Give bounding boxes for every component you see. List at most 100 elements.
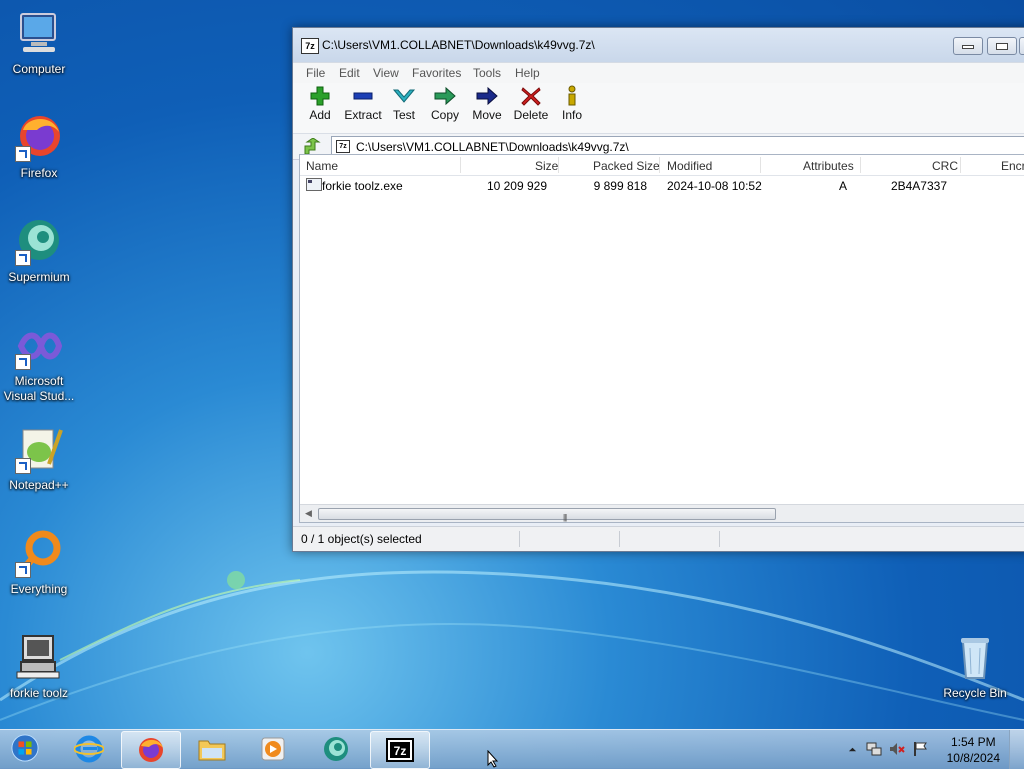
minimize-button[interactable]: [953, 37, 983, 55]
taskbar-explorer[interactable]: [183, 731, 241, 767]
toolbar: Add Extract Test Copy Move Delete Info: [293, 83, 1024, 134]
taskbar-sevenzip[interactable]: 7z: [370, 731, 430, 769]
menu-favorites[interactable]: Favorites: [412, 66, 461, 80]
window-title: C:\Users\VM1.COLLABNET\Downloads\k49vvg.…: [322, 38, 595, 52]
supermium-icon: [13, 216, 65, 268]
recycle-bin-icon: [949, 632, 1001, 684]
menu-help[interactable]: Help: [515, 66, 540, 80]
cell-modified: 2024-10-08 10:52: [667, 179, 762, 193]
firefox-icon: [13, 112, 65, 164]
internet-explorer-icon: [74, 735, 104, 763]
desktop-icon-label: Microsoft Visual Stud...: [3, 374, 75, 403]
desktop-icon-label: forkie toolz: [9, 686, 69, 700]
move-arrow-icon: [476, 86, 498, 106]
scrollbar-thumb[interactable]: |||: [318, 508, 776, 522]
desktop-icon-visual-studio[interactable]: Microsoft Visual Stud...: [0, 320, 78, 404]
volume-muted-icon[interactable]: [889, 741, 905, 757]
copy-button[interactable]: Copy: [430, 85, 460, 122]
desktop-icon-everything[interactable]: Everything: [0, 528, 78, 597]
column-encrypted[interactable]: Encr: [1001, 159, 1024, 173]
desktop-icon-firefox[interactable]: Firefox: [0, 112, 78, 181]
sevenzip-app-icon: 7z: [301, 38, 319, 54]
sevenzip-icon: 7z: [386, 738, 414, 762]
desktop-icon-label: Firefox: [20, 166, 58, 180]
extract-button[interactable]: Extract: [344, 85, 382, 122]
show-hidden-icons-icon[interactable]: [848, 745, 857, 754]
list-header: Name Size Packed Size Modified Attribute…: [300, 155, 1024, 176]
cell-packed: 9 899 818: [593, 179, 647, 193]
taskbar-supermium[interactable]: [307, 731, 365, 767]
close-button[interactable]: [1019, 37, 1024, 55]
status-bar: 0 / 1 object(s) selected: [293, 526, 1024, 551]
firefox-icon: [139, 738, 163, 762]
delete-button[interactable]: Delete: [513, 85, 549, 122]
start-button[interactable]: [0, 731, 52, 767]
clock-date: 10/8/2024: [946, 751, 1000, 765]
shortcut-arrow-icon: [15, 354, 31, 370]
delete-x-icon: [521, 87, 541, 106]
taskbar-firefox[interactable]: [121, 731, 181, 769]
info-button[interactable]: Info: [560, 85, 584, 122]
column-modified[interactable]: Modified: [667, 159, 712, 173]
svg-text:7z: 7z: [394, 744, 407, 758]
menu-edit[interactable]: Edit: [339, 66, 360, 80]
clock[interactable]: 1:54 PM 10/8/2024: [947, 734, 1000, 766]
menu-bar: File Edit View Favorites Tools Help: [293, 62, 1024, 83]
horizontal-scrollbar[interactable]: ◀ |||: [300, 504, 1024, 522]
grip-icon: |||: [563, 513, 567, 522]
desktop-icon-notepadpp[interactable]: Notepad++: [0, 424, 78, 493]
show-desktop-button[interactable]: [1009, 730, 1024, 769]
column-attributes[interactable]: Attributes: [803, 159, 854, 173]
action-center-flag-icon[interactable]: [912, 741, 928, 757]
clock-time: 1:54 PM: [950, 735, 996, 749]
menu-view[interactable]: View: [373, 66, 399, 80]
cell-crc: 2B4A7337: [890, 179, 947, 193]
cell-attributes: A: [838, 179, 847, 193]
menu-tools[interactable]: Tools: [473, 66, 501, 80]
desktop-icon-label: Notepad++: [9, 478, 69, 492]
everything-icon: [13, 528, 65, 580]
system-tray: 1:54 PM 10/8/2024: [834, 730, 1024, 769]
shortcut-arrow-icon: [15, 250, 31, 266]
archive-icon: 7z: [336, 140, 350, 153]
exe-file-icon: [306, 178, 322, 191]
notepadpp-icon: [13, 424, 65, 476]
media-player-icon: [261, 737, 285, 761]
status-text: 0 / 1 object(s) selected: [301, 532, 422, 546]
desktop-icon-label: Supermium: [8, 270, 70, 284]
column-size[interactable]: Size: [535, 159, 558, 173]
sevenzip-window: 7z C:\Users\VM1.COLLABNET\Downloads\k49v…: [292, 27, 1024, 552]
desktop-icon-forkie-toolz[interactable]: forkie toolz: [0, 632, 78, 701]
desktop-icon-supermium[interactable]: Supermium: [0, 216, 78, 285]
taskbar-media-player[interactable]: [244, 731, 302, 767]
taskbar: 7z 1:54 PM 10/8/2024: [0, 729, 1024, 769]
add-button[interactable]: Add: [307, 85, 333, 122]
desktop-icon-label: Recycle Bin: [943, 686, 1007, 700]
visual-studio-icon: [13, 320, 65, 372]
minus-icon: [353, 92, 373, 100]
shortcut-arrow-icon: [15, 458, 31, 474]
table-row[interactable]: forkie toolz.exe 10 209 929 9 899 818 20…: [300, 176, 1024, 194]
check-icon: [392, 89, 416, 103]
supermium-icon: [324, 737, 348, 761]
computer-icon: [13, 8, 65, 60]
restore-button[interactable]: [987, 37, 1017, 55]
taskbar-ie[interactable]: [60, 731, 118, 767]
copy-arrow-icon: [434, 86, 456, 106]
info-icon: [568, 85, 576, 106]
move-button[interactable]: Move: [470, 85, 504, 122]
test-button[interactable]: Test: [391, 85, 417, 122]
file-list[interactable]: Name Size Packed Size Modified Attribute…: [299, 154, 1024, 523]
forkie-toolz-icon: [13, 632, 65, 684]
menu-file[interactable]: File: [306, 66, 325, 80]
column-packed-size[interactable]: Packed Size: [593, 159, 660, 173]
column-name[interactable]: Name: [306, 159, 338, 173]
window-titlebar[interactable]: 7z C:\Users\VM1.COLLABNET\Downloads\k49v…: [293, 28, 1024, 62]
desktop-icon-recycle-bin[interactable]: Recycle Bin: [936, 632, 1014, 701]
scroll-left-icon[interactable]: ◀: [305, 508, 312, 519]
column-crc[interactable]: CRC: [932, 159, 958, 173]
folder-icon: [198, 740, 226, 761]
network-icon[interactable]: [866, 741, 882, 757]
mouse-cursor-icon: [487, 750, 499, 768]
desktop-icon-computer[interactable]: Computer: [0, 8, 78, 77]
